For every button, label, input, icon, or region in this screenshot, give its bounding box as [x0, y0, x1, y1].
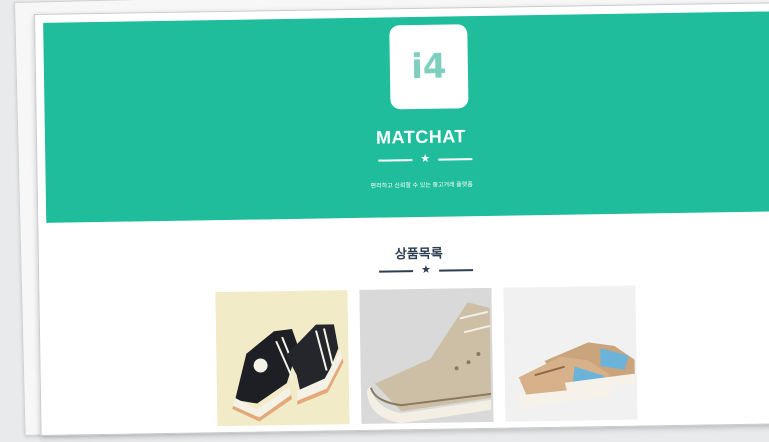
product-card[interactable] [503, 285, 638, 422]
divider-line [438, 268, 473, 272]
hero-banner: i4 MATCHAT ★ 편리하고 신뢰할 수 있는 중고거래 플랫폼 [43, 11, 769, 223]
divider-line [438, 157, 473, 161]
divider-line [378, 158, 413, 162]
page-sheet: i4 MATCHAT ★ 편리하고 신뢰할 수 있는 중고거래 플랫폼 상품목록… [34, 2, 769, 436]
logo-text: i4 [410, 46, 447, 88]
product-card[interactable] [215, 290, 350, 427]
site-logo[interactable]: i4 [389, 24, 469, 110]
black-converse-image [215, 290, 350, 427]
star-icon: ★ [420, 152, 431, 165]
section-title: 상품목록 [394, 245, 443, 262]
hero-divider: ★ [378, 152, 473, 165]
product-card[interactable] [359, 287, 494, 424]
product-grid [215, 285, 638, 427]
section-divider: ★ [379, 264, 473, 276]
divider-line [379, 269, 414, 273]
star-icon: ★ [420, 263, 432, 276]
retro-runner-image [503, 285, 638, 422]
brand-title: MATCHAT [375, 126, 467, 148]
beige-converse-image [359, 287, 494, 424]
tagline: 편리하고 신뢰할 수 있는 중고거래 플랫폼 [370, 182, 473, 190]
